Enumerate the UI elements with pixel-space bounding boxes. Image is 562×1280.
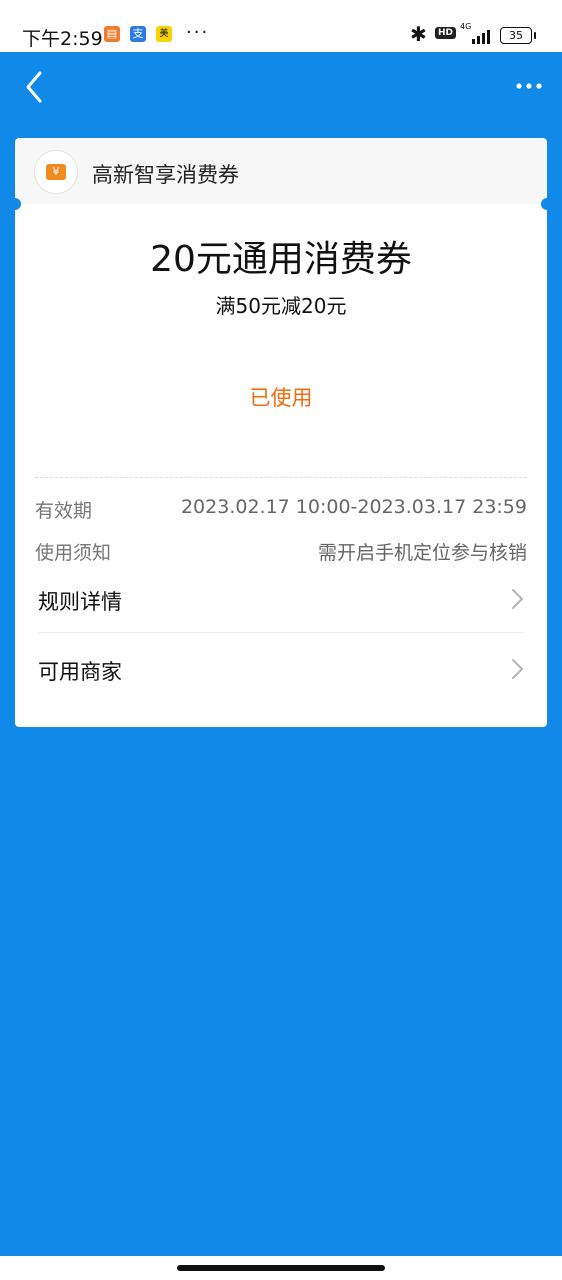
meituan-notification-icon: 美 bbox=[156, 26, 172, 42]
battery-level: 35 bbox=[509, 29, 523, 42]
nav-bar bbox=[0, 52, 562, 122]
signal-icon bbox=[472, 28, 494, 44]
rules-detail-label: 规则详情 bbox=[38, 590, 122, 614]
more-dots-icon bbox=[516, 83, 542, 89]
usage-notice-value: 需开启手机定位参与核销 bbox=[317, 542, 527, 564]
status-bar: 下午2:59 ▤ 支 美 ··· ✱ HD 4G 35 bbox=[0, 0, 562, 52]
chevron-right-icon bbox=[512, 589, 523, 609]
validity-value: 2023.02.17 10:00-2023.03.17 23:59 bbox=[180, 496, 527, 518]
card-notch-right bbox=[541, 198, 553, 210]
coupon-card-body: 20元通用消费券 满50元减20元 已使用 有效期 2023.02.17 10:… bbox=[9, 198, 553, 727]
dashed-divider bbox=[35, 477, 527, 478]
coupon-title: 20元通用消费券 bbox=[150, 239, 412, 280]
available-merchants-link[interactable]: 可用商家 bbox=[38, 636, 524, 702]
battery-icon: 35 bbox=[500, 27, 536, 44]
back-button[interactable] bbox=[22, 70, 50, 104]
validity-label: 有效期 bbox=[35, 500, 93, 522]
more-notifications-icon: ··· bbox=[186, 22, 210, 43]
coupon-ticket-icon: ¥ bbox=[46, 164, 66, 180]
merchant-name: 高新智享消费券 bbox=[92, 163, 239, 187]
bluetooth-icon: ✱ bbox=[410, 22, 427, 46]
coupon-card-header: ¥ 高新智享消费券 bbox=[15, 138, 547, 204]
available-merchants-label: 可用商家 bbox=[38, 660, 122, 684]
hd-icon: HD bbox=[435, 27, 457, 39]
coupon-logo: ¥ bbox=[34, 150, 78, 194]
network-type-label: 4G bbox=[460, 22, 472, 31]
home-indicator[interactable] bbox=[177, 1265, 385, 1271]
coupon-condition: 满50元减20元 bbox=[215, 294, 347, 318]
status-time: 下午2:59 bbox=[22, 28, 103, 50]
chevron-left-icon bbox=[26, 71, 42, 103]
chevron-right-icon bbox=[512, 659, 523, 679]
usage-notice-label: 使用须知 bbox=[35, 542, 112, 564]
alipay-notification-icon: 支 bbox=[130, 26, 146, 42]
rules-detail-link[interactable]: 规则详情 bbox=[38, 566, 524, 633]
taobao-notification-icon: ▤ bbox=[104, 26, 120, 42]
card-notch-left bbox=[9, 198, 21, 210]
more-options-button[interactable] bbox=[514, 76, 544, 96]
coupon-status: 已使用 bbox=[249, 386, 313, 410]
